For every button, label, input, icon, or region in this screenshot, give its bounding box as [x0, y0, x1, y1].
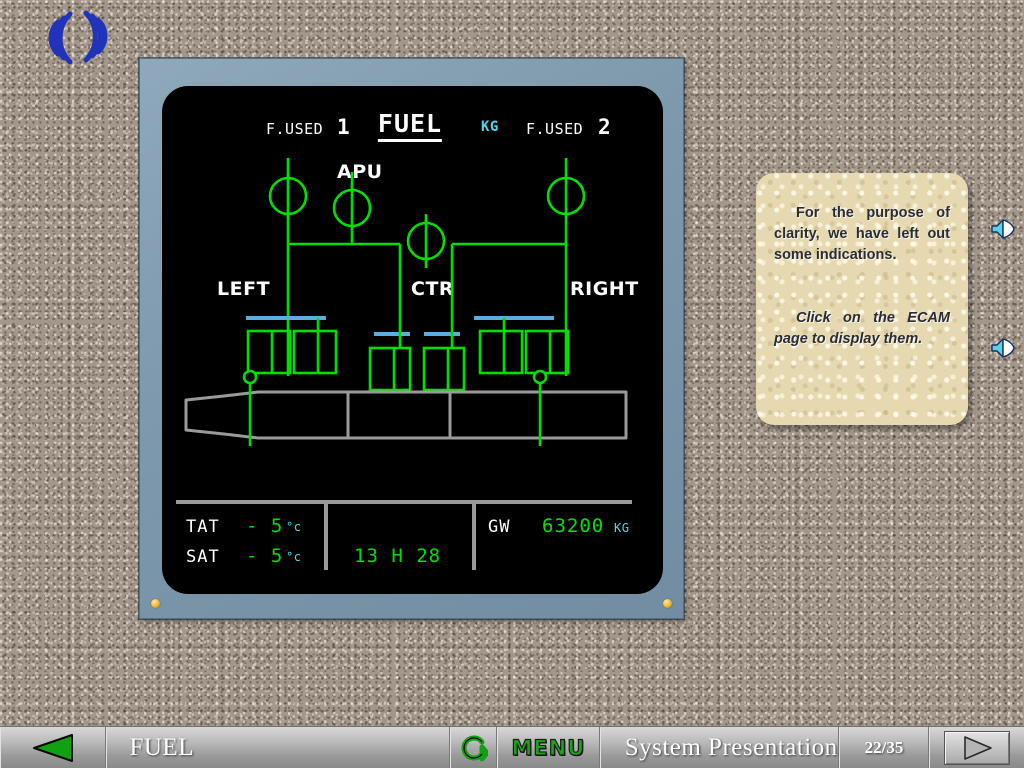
bezel-screw [151, 599, 160, 608]
restart-button[interactable] [449, 727, 498, 768]
current-topic-label: FUEL [129, 733, 194, 761]
tat-unit: °c [286, 520, 302, 534]
ecam-fuel-page[interactable]: F.USED 1 FUEL KG F.USED 2 APU LEFT CTR R… [162, 86, 663, 594]
section-title: System Presentation [599, 727, 839, 768]
gross-weight-label: GW [488, 517, 511, 537]
sat-label: SAT [186, 547, 220, 567]
sat-value: - 5 [246, 545, 284, 567]
gross-weight-unit: KG [614, 521, 630, 535]
ecam-display-bezel: F.USED 1 FUEL KG F.USED 2 APU LEFT CTR R… [139, 58, 684, 619]
restart-icon [462, 735, 489, 761]
swirl-logo [38, 6, 122, 68]
instruction-panel: For the purpose of clarity, we have left… [756, 173, 968, 425]
instruction-paragraph-1: For the purpose of clarity, we have left… [774, 205, 950, 263]
application-window: F.USED 1 FUEL KG F.USED 2 APU LEFT CTR R… [0, 0, 1024, 768]
bezel-screw [663, 599, 672, 608]
utc-clock: 13 H 28 [354, 545, 442, 567]
speaker-icon[interactable] [990, 336, 1016, 360]
sat-unit: °c [286, 550, 302, 564]
section-title-label: System Presentation [624, 733, 838, 761]
menu-button[interactable]: MENU [497, 727, 600, 768]
tat-value: - 5 [246, 515, 284, 537]
bottom-toolbar: FUEL MENU System Presentation 22/35 [0, 726, 1024, 768]
page-counter: 22/35 [838, 727, 930, 768]
speaker-icon[interactable] [990, 217, 1016, 241]
instruction-paragraph-2: Click on the ECAM page to display them. [774, 310, 950, 347]
ecam-data-strip: TAT - 5 °c SAT - 5 °c 13 H 28 GW 63200 K… [162, 484, 663, 594]
previous-arrow-icon [33, 733, 74, 762]
next-button-frame[interactable] [944, 730, 1011, 765]
page-counter-label: 22/35 [864, 737, 904, 757]
next-arrow-icon [964, 735, 992, 760]
menu-button-label: MENU [511, 735, 586, 760]
current-topic: FUEL [106, 727, 450, 768]
previous-page-button[interactable] [0, 727, 107, 768]
tat-label: TAT [186, 517, 220, 537]
gross-weight-value: 63200 [542, 515, 605, 537]
next-page-button[interactable] [929, 727, 1024, 768]
